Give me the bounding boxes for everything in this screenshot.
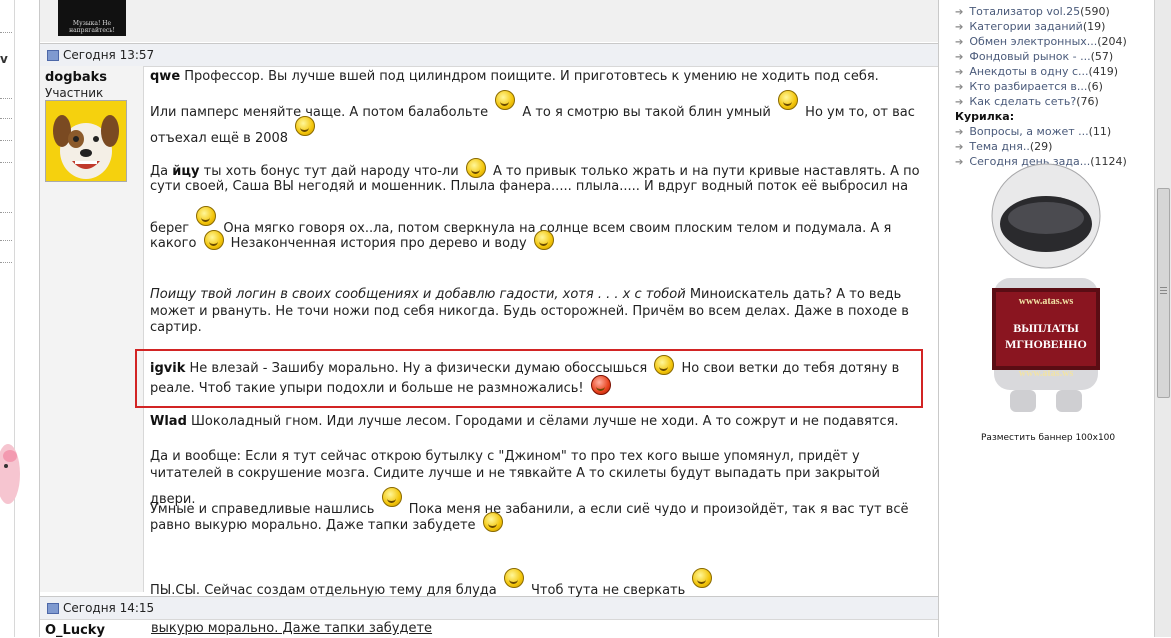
previous-post: Музыка! Не напрягайтесь!	[40, 0, 938, 42]
post-line: Wlad Шоколадный гном. Иди лучше лесом. Г…	[150, 414, 899, 429]
smile-icon	[495, 90, 516, 110]
post-line: сути своей, Саша ВЫ негодяй и мошенник. …	[150, 179, 909, 194]
divider	[0, 162, 12, 163]
arrow-icon: ➔	[955, 22, 964, 33]
arrow-icon: ➔	[955, 52, 964, 63]
post-line: отъехал ещё в 2008	[150, 116, 920, 152]
arrow-icon: ➔	[955, 97, 964, 108]
post-date: Сегодня 14:15	[63, 601, 155, 615]
wink-smile-icon	[295, 116, 316, 136]
username[interactable]: dogbaks	[45, 70, 107, 85]
username[interactable]: O_Lucky	[45, 623, 105, 638]
sidebar-item[interactable]: ➔ Анекдоты в одну с...(419)	[955, 65, 1118, 80]
grin-icon	[533, 230, 554, 250]
user-role: Участник	[45, 86, 104, 100]
banner-line2: МГНОВЕННО	[1005, 337, 1087, 351]
sidebar-item[interactable]: ➔ Категории заданий(19)	[955, 20, 1105, 35]
grin-icon	[503, 568, 524, 588]
banner-line1: ВЫПЛАТЫ	[1013, 321, 1079, 335]
post-line: сартир.	[150, 320, 202, 335]
sleeping-smile-icon	[381, 487, 402, 507]
banner-site-top: www.atas.ws	[1019, 296, 1074, 307]
left-letter: v	[0, 52, 8, 66]
sidebar-item[interactable]: ➔ Фондовый рынок - ...(57)	[955, 50, 1113, 65]
grin-icon	[203, 230, 224, 250]
sidebar-item[interactable]: ➔ Обмен электронных...(204)	[955, 35, 1127, 50]
sidebar-item[interactable]: ➔ Кто разбирается в...(6)	[955, 80, 1103, 95]
sidebar-section-title: Курилка:	[955, 110, 1015, 123]
banner-ad[interactable]: www.atas.ws ВЫПЛАТЫ МГНОВЕННО www.atas.w…	[990, 160, 1102, 420]
divider	[0, 240, 12, 241]
dog-avatar-icon	[46, 101, 126, 181]
divider	[0, 118, 12, 119]
banner-label[interactable]: Разместить баннер 100x100	[981, 433, 1115, 443]
pig-icon	[0, 444, 20, 504]
arrow-icon: ➔	[955, 142, 964, 153]
user-panel: dogbaks Участник	[40, 66, 144, 592]
avatar: Музыка! Не напрягайтесь!	[58, 0, 126, 36]
divider	[0, 212, 12, 213]
divider	[0, 98, 12, 99]
thinking-smile-icon	[778, 90, 799, 110]
arrow-icon: ➔	[955, 127, 964, 138]
divider	[0, 32, 12, 33]
post-line: ПЫ.СЫ. Сейчас создам отдельную тему для …	[150, 568, 920, 604]
sidebar-item[interactable]: ➔ Как сделать сеть?(76)	[955, 95, 1099, 110]
post-icon[interactable]	[47, 50, 59, 61]
arrow-icon: ➔	[955, 82, 964, 93]
post-icon[interactable]	[47, 603, 59, 614]
arrow-icon: ➔	[955, 67, 964, 78]
divider	[0, 140, 12, 141]
left-strip: v	[0, 0, 15, 637]
sidebar-item[interactable]: ➔ Тема дня..(29)	[955, 140, 1052, 155]
arrow-icon: ➔	[955, 7, 964, 18]
post-date: Сегодня 13:57	[63, 48, 155, 62]
arrow-icon: ➔	[955, 37, 964, 48]
post-line: равно выкурю морально. Даже тапки забуде…	[150, 512, 920, 539]
post-line: qwe Профессор. Вы лучше вшей под цилиндр…	[150, 69, 879, 84]
post-text: выкурю морально. Даже тапки забудете	[151, 621, 433, 636]
scrollbar-thumb[interactable]	[1157, 188, 1170, 398]
grin-icon	[692, 568, 713, 588]
sidebar-item[interactable]: ➔ Вопросы, а может ...(11)	[955, 125, 1111, 140]
sidebar-item[interactable]: ➔ Тотализатор vol.25(590)	[955, 5, 1110, 20]
scrollbar[interactable]	[1154, 0, 1171, 637]
avatar	[45, 100, 127, 182]
banner-site-bottom: www.atas.ws	[1019, 368, 1074, 379]
divider	[0, 262, 12, 263]
arrow-icon: ➔	[955, 157, 964, 168]
waving-smile-icon	[196, 206, 217, 226]
highlight-box	[135, 349, 923, 408]
post-line: какого Незаконченная история про дерево …	[150, 230, 920, 257]
wink-smile-icon	[482, 512, 503, 532]
